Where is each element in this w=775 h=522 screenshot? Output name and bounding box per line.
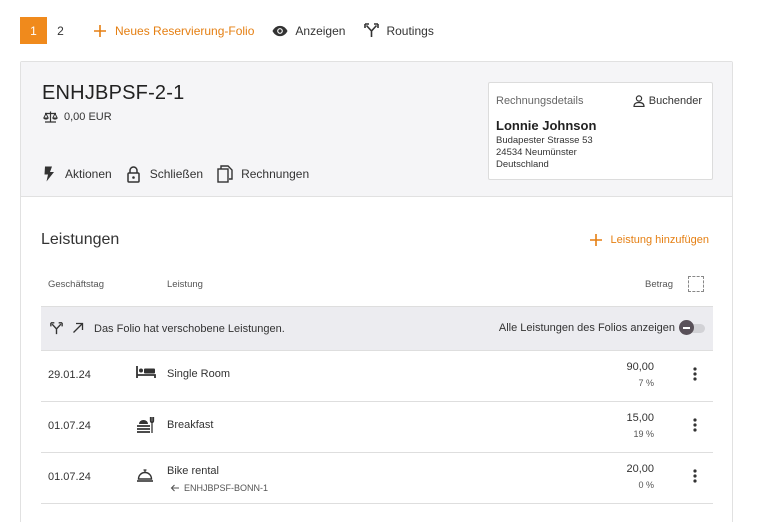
address-line-3: Deutschland [496, 159, 549, 170]
invoices-label: Rechnungen [241, 167, 310, 181]
services-title: Leistungen [41, 231, 120, 248]
billing-details-label: Rechnungsdetails [496, 95, 584, 107]
folio-actions: Aktionen Schließen Rechnungen [41, 165, 323, 183]
row-service-name: Single Room [167, 368, 230, 380]
column-header-service[interactable]: Leistung [167, 279, 203, 290]
banner-message: Das Folio hat verschobene Leistungen. [50, 322, 285, 336]
routing-icon [50, 322, 64, 336]
eye-icon [272, 23, 288, 39]
show-button[interactable]: Anzeigen [272, 23, 345, 39]
more-options-icon[interactable] [693, 469, 699, 485]
row-date: 01.07.24 [48, 471, 91, 483]
address-line-1: Budapester Strasse 53 [496, 135, 593, 146]
table-row[interactable]: 01.07.24 Bike rental ENHJBPSF-BONN-1 20,… [41, 453, 713, 504]
row-vat: 0 % [638, 480, 654, 490]
row-date: 29.01.24 [48, 369, 91, 381]
address-line-2: 24534 Neumünster [496, 147, 577, 158]
folio-toolbar: 1 2 Neues Reservierung-Folio Anzeigen Ro… [20, 17, 434, 44]
billing-details-box: Rechnungsdetails Buchender Lonnie Johnso… [488, 82, 713, 180]
bed-icon [136, 365, 156, 383]
show-all-services-toggle[interactable] [679, 320, 705, 335]
toggle-knob [679, 320, 694, 335]
booker-button[interactable]: Buchender [633, 95, 702, 108]
row-amount: 15,00 [626, 412, 654, 424]
arrow-left-icon [170, 483, 180, 493]
show-label: Anzeigen [295, 23, 346, 38]
add-service-button[interactable]: Leistung hinzufügen [589, 233, 709, 247]
booker-label: Buchender [648, 95, 702, 107]
actions-label: Aktionen [65, 167, 112, 181]
more-options-icon[interactable] [693, 367, 699, 383]
row-amount: 90,00 [626, 361, 654, 373]
routing-icon [363, 23, 379, 39]
more-options-icon[interactable] [693, 418, 699, 434]
folio-balance: 0,00 EUR [42, 111, 112, 123]
folio-page-2-button[interactable]: 2 [47, 17, 74, 44]
moved-services-banner: Das Folio hat verschobene Leistungen. Al… [41, 306, 713, 351]
table-row[interactable]: 01.07.24 Breakfast 15,00 19 % [41, 402, 713, 453]
plus-icon [589, 233, 603, 247]
row-date: 01.07.24 [48, 420, 91, 432]
add-service-label: Leistung hinzufügen [610, 234, 709, 246]
close-folio-button[interactable]: Schließen [126, 165, 203, 183]
folio-title: ENHJBPSF-2-1 [42, 82, 185, 104]
table-row[interactable]: 29.01.24 Single Room 90,00 7 % [41, 351, 713, 402]
select-all-checkbox[interactable] [688, 276, 704, 292]
lightning-icon [41, 165, 57, 183]
folio-page-1-button[interactable]: 1 [20, 17, 47, 44]
row-vat: 19 % [633, 429, 654, 439]
row-origin-folio[interactable]: ENHJBPSF-BONN-1 [170, 483, 268, 493]
show-all-services-label: Alle Leistungen des Folios anzeigen [498, 322, 675, 334]
banner-text: Das Folio hat verschobene Leistungen. [94, 323, 285, 335]
plus-icon [92, 23, 108, 39]
cloche-icon [136, 467, 156, 485]
new-folio-button[interactable]: Neues Reservierung-Folio [92, 23, 254, 39]
breakfast-icon [136, 416, 156, 434]
documents-icon [217, 165, 233, 183]
arrow-up-right-icon [72, 322, 86, 336]
routings-button[interactable]: Routings [363, 23, 434, 39]
balance-value: 0,00 EUR [64, 111, 112, 123]
invoices-button[interactable]: Rechnungen [217, 165, 309, 183]
show-all-services-control: Alle Leistungen des Folios anzeigen [498, 320, 705, 335]
row-service-name: Bike rental [167, 465, 219, 477]
folio-card: ENHJBPSF-2-1 0,00 EUR Aktionen Schließen [20, 61, 733, 522]
billing-name: Lonnie Johnson [496, 118, 597, 133]
row-vat: 7 % [638, 378, 654, 388]
lock-icon [126, 165, 142, 183]
person-icon [633, 95, 645, 108]
origin-folio-label: ENHJBPSF-BONN-1 [184, 483, 269, 493]
billing-address: Budapester Strasse 53 24534 Neumünster D… [496, 135, 593, 171]
folio-header: ENHJBPSF-2-1 0,00 EUR Aktionen Schließen [21, 62, 732, 197]
row-service-name: Breakfast [167, 419, 214, 431]
balance-scale-icon [42, 111, 59, 123]
new-folio-label: Neues Reservierung-Folio [115, 23, 255, 38]
close-folio-label: Schließen [149, 167, 204, 181]
routings-label: Routings [386, 23, 434, 38]
actions-button[interactable]: Aktionen [41, 165, 112, 183]
row-amount: 20,00 [626, 463, 654, 475]
column-header-date[interactable]: Geschäftstag [48, 279, 104, 290]
column-header-amount[interactable]: Betrag [645, 279, 673, 290]
